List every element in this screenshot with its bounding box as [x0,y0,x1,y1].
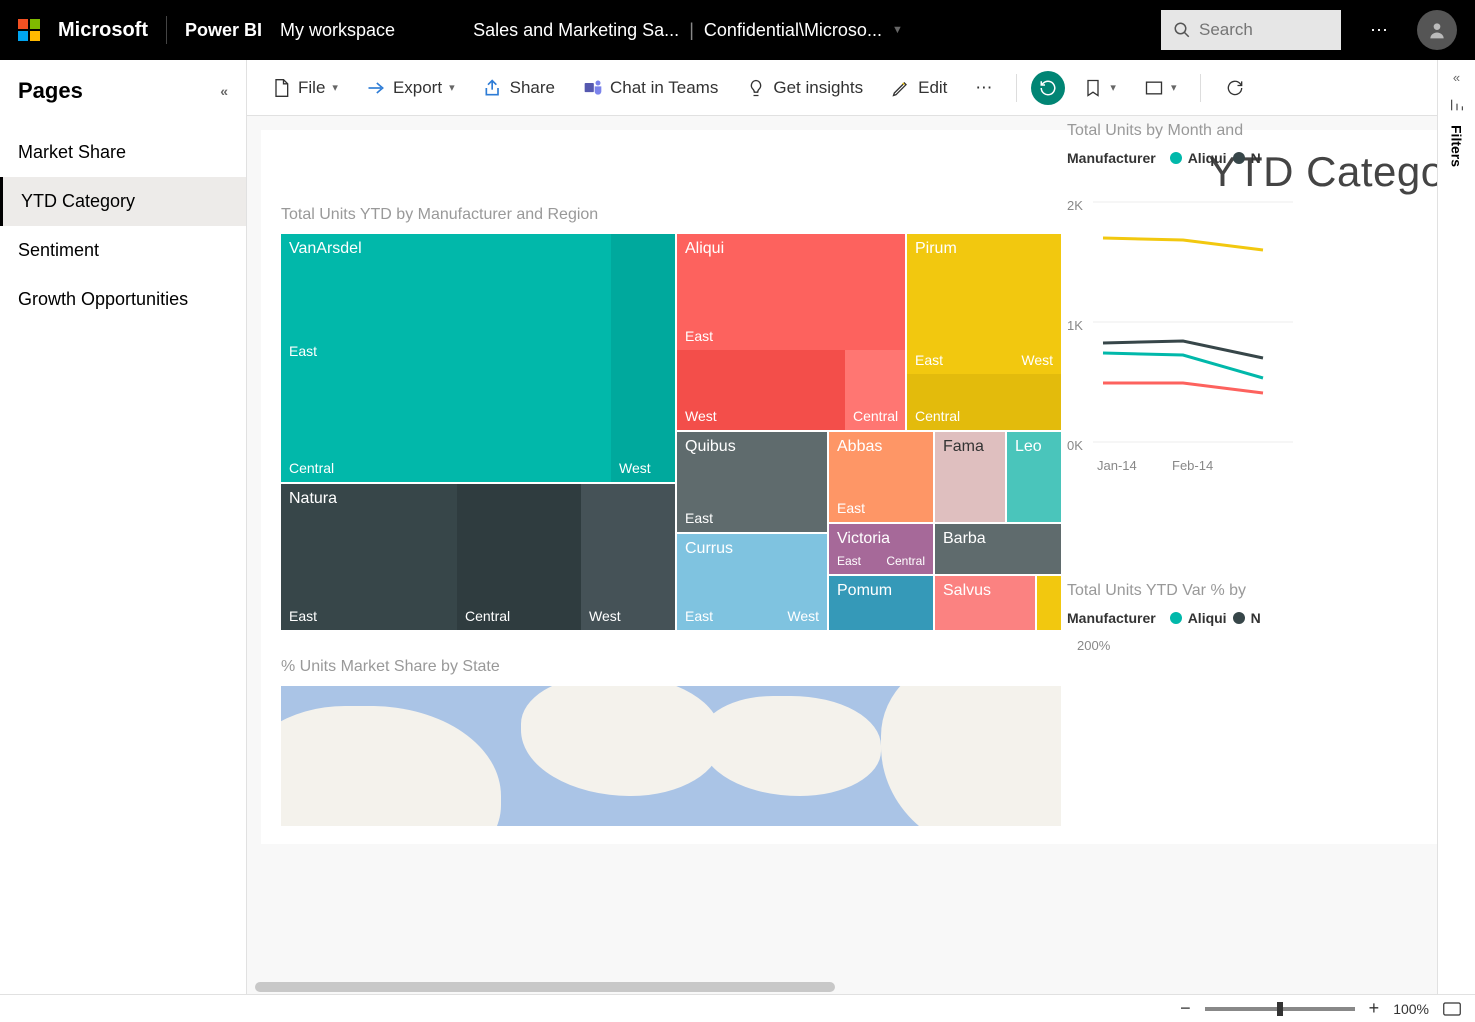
line-chart-svg [1093,178,1293,458]
treemap-visual[interactable]: VanArsdelEastCentral West NaturaEast Cen… [281,234,1061,630]
line-chart[interactable]: 2K 1K 0K Jan-14 Feb-14 [1067,178,1437,458]
report-scroll-area[interactable]: YTD Category Trend A Total Units YTD by … [247,116,1437,994]
var-chart-title: Total Units YTD Var % by [1067,582,1437,600]
map-visual[interactable] [281,686,1061,826]
expand-filters-icon[interactable]: « [1453,70,1460,85]
file-menu[interactable]: File▾ [261,74,348,102]
filters-label: Filters [1449,125,1465,167]
microsoft-logo [18,19,40,41]
account-avatar[interactable] [1417,10,1457,50]
status-bar: − + 100% [0,994,1475,1022]
zoom-in-button[interactable]: + [1369,998,1380,1019]
line-chart-legend[interactable]: Manufacturer Aliqui N [1067,150,1437,166]
map-title: % Units Market Share by State [281,658,1437,676]
pencil-icon [891,78,911,98]
report-body: YTD Category Trend A Total Units YTD by … [261,130,1437,844]
line-chart-title: Total Units by Month and [1067,122,1437,140]
share-button[interactable]: Share [473,74,565,102]
chat-teams-button[interactable]: Chat in Teams [573,74,728,102]
report-name[interactable]: Sales and Marketing Sa... [473,20,679,41]
bookmark-menu[interactable]: ▾ [1073,74,1126,102]
zoom-slider[interactable] [1205,1007,1355,1011]
zoom-out-button[interactable]: − [1180,998,1191,1019]
product-label[interactable]: Power BI [185,20,262,41]
share-icon [483,78,503,98]
brand-label: Microsoft [58,19,148,42]
export-icon [366,78,386,98]
refresh-icon [1225,78,1245,98]
page-item-growth[interactable]: Growth Opportunities [0,275,246,324]
page-item-sentiment[interactable]: Sentiment [0,226,246,275]
more-commands-button[interactable]: ⋯ [965,74,1002,102]
lightbulb-icon [746,78,766,98]
reset-icon [1039,79,1057,97]
refresh-button[interactable] [1215,74,1255,102]
export-menu[interactable]: Export▾ [356,74,465,102]
person-icon [1427,20,1447,40]
search-box[interactable] [1161,10,1341,50]
report-title-group: Sales and Marketing Sa... | Confidential… [473,20,903,41]
file-icon [271,78,291,98]
var-chart-legend[interactable]: Manufacturer Aliqui N [1067,610,1437,626]
separator [166,16,167,44]
zoom-level: 100% [1393,1001,1429,1017]
page-item-ytd-category[interactable]: YTD Category [0,177,246,226]
teams-icon [583,78,603,98]
more-options-button[interactable]: ⋯ [1359,10,1399,50]
workspace-link[interactable]: My workspace [280,20,395,41]
command-bar: File▾ Export▾ Share Chat in Teams Get in… [247,60,1437,116]
bookmark-icon [1083,78,1103,98]
filters-rail[interactable]: « Filters [1437,60,1475,994]
edit-button[interactable]: Edit [881,74,957,102]
pages-pane: Pages « Market Share YTD Category Sentim… [0,60,247,994]
horizontal-scrollbar[interactable] [247,980,1437,994]
filters-icon [1449,97,1465,113]
fit-to-page-icon[interactable] [1443,1002,1461,1016]
view-icon [1144,78,1164,98]
top-bar: Microsoft Power BI My workspace Sales an… [0,0,1475,60]
search-icon [1173,21,1191,39]
collapse-pages-icon[interactable]: « [220,83,228,99]
reset-button[interactable] [1031,71,1065,105]
chevron-down-icon[interactable]: ▼ [892,24,903,36]
canvas-column: File▾ Export▾ Share Chat in Teams Get in… [247,60,1437,994]
insights-button[interactable]: Get insights [736,74,873,102]
page-item-market-share[interactable]: Market Share [0,128,246,177]
pages-title: Pages [18,78,83,104]
view-menu[interactable]: ▾ [1134,74,1187,102]
sensitivity-label[interactable]: Confidential\Microso... [704,20,882,41]
search-input[interactable] [1199,20,1299,40]
